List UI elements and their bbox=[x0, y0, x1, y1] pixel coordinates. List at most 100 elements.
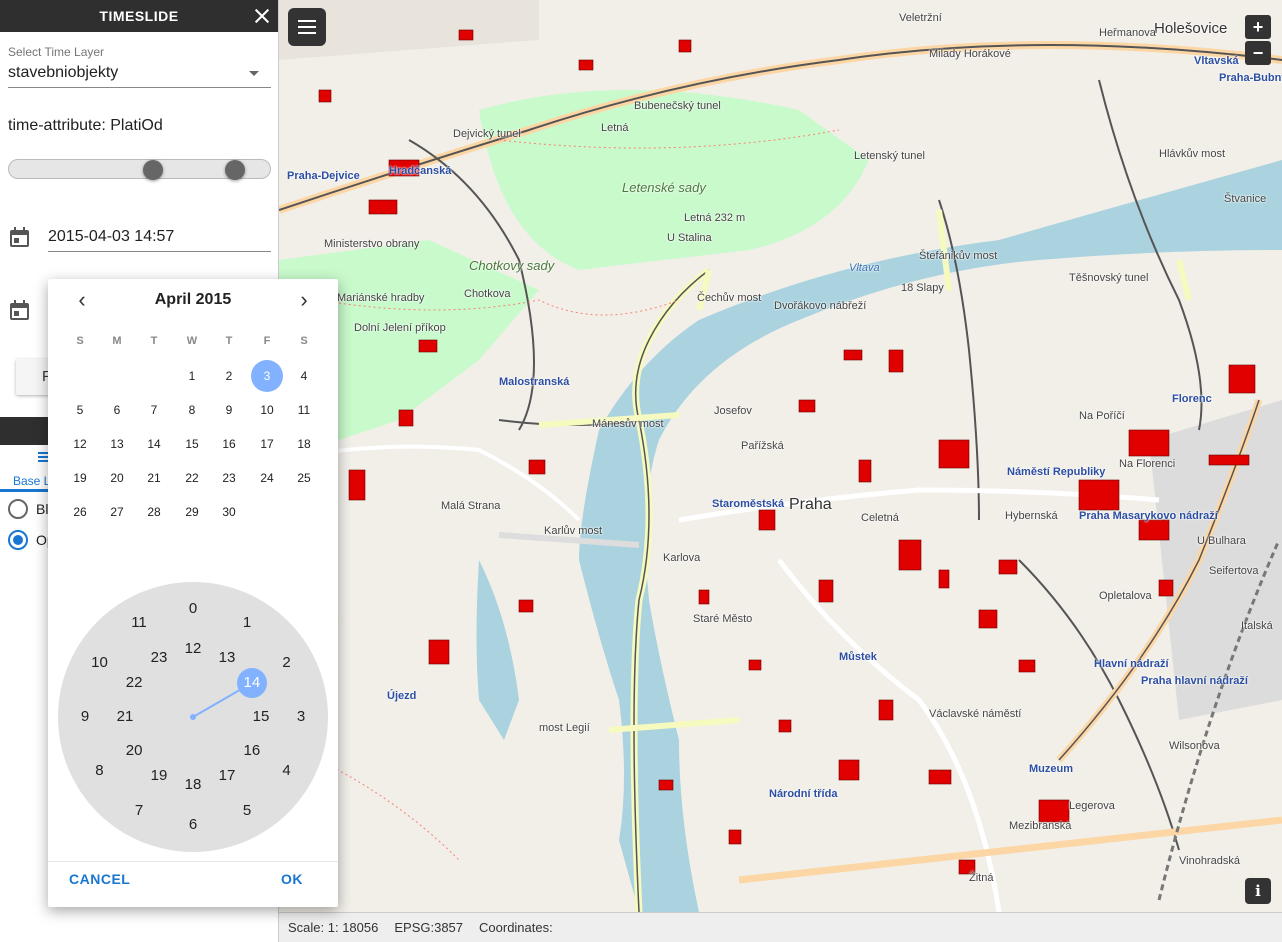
map-view[interactable]: Holešovice Veletržní Heřmanova Milady Ho… bbox=[279, 0, 1282, 912]
calendar-day[interactable]: 27 bbox=[101, 496, 133, 528]
calendar-day[interactable]: 1 bbox=[176, 360, 208, 392]
clock-hour[interactable]: 0 bbox=[178, 594, 208, 624]
calendar-day[interactable]: 11 bbox=[288, 394, 320, 426]
zoom-in-button[interactable]: + bbox=[1245, 15, 1271, 39]
start-date-field[interactable]: 2015-04-03 14:57 bbox=[48, 228, 271, 252]
clock-hour[interactable]: 13 bbox=[212, 643, 242, 673]
calendar-day[interactable]: 9 bbox=[213, 394, 245, 426]
map-label: Celetná bbox=[861, 512, 899, 524]
clock-hour[interactable]: 19 bbox=[144, 761, 174, 791]
map-label: Chotkovy sady bbox=[469, 258, 555, 273]
calendar-day[interactable]: 25 bbox=[288, 462, 320, 494]
map-canvas[interactable] bbox=[279, 0, 1282, 912]
clock-hour[interactable]: 3 bbox=[286, 702, 316, 732]
clock-hour[interactable]: 20 bbox=[119, 736, 149, 766]
clock-hour[interactable]: 2 bbox=[272, 648, 302, 678]
calendar-day-selected[interactable]: 3 bbox=[251, 360, 283, 392]
weekday-header: F bbox=[263, 335, 271, 347]
slider-min-handle[interactable] bbox=[142, 160, 163, 180]
map-label: Praha-Dejvice bbox=[287, 170, 360, 182]
calendar-day[interactable]: 8 bbox=[176, 394, 208, 426]
map-label: Malostranská bbox=[499, 376, 570, 388]
clock-face[interactable]: 0 1 2 3 4 5 6 7 8 9 10 11 12 13 14 15 16 17 18 19 20 21 22 23 bbox=[58, 582, 328, 852]
zoom-out-button[interactable]: − bbox=[1245, 41, 1271, 65]
calendar-day[interactable]: 17 bbox=[251, 428, 283, 460]
calendar-day[interactable]: 24 bbox=[251, 462, 283, 494]
calendar-day[interactable]: 18 bbox=[288, 428, 320, 460]
map-label: Dejvický tunel bbox=[453, 128, 521, 140]
tab-base-layers[interactable]: Base L bbox=[13, 474, 50, 488]
map-label: Náměstí Republiky bbox=[1007, 466, 1106, 478]
calendar-day[interactable]: 26 bbox=[64, 496, 96, 528]
map-label: Letná 232 m bbox=[684, 212, 746, 224]
calendar-day[interactable]: 13 bbox=[101, 428, 133, 460]
map-label: Národní třída bbox=[769, 788, 838, 800]
time-range-slider[interactable] bbox=[8, 159, 271, 180]
calendar-day[interactable]: 23 bbox=[213, 462, 245, 494]
clock-hour[interactable]: 9 bbox=[70, 702, 100, 732]
calendar-day[interactable]: 19 bbox=[64, 462, 96, 494]
clock-hour[interactable]: 5 bbox=[232, 796, 262, 826]
calendar-icon[interactable] bbox=[10, 227, 30, 247]
clock-hour[interactable]: 16 bbox=[237, 736, 267, 766]
clock-hour[interactable]: 6 bbox=[178, 810, 208, 840]
map-label: Wilsonova bbox=[1169, 740, 1220, 752]
calendar-icon[interactable] bbox=[10, 300, 30, 320]
calendar-day[interactable]: 30 bbox=[213, 496, 245, 528]
map-label: Čechův most bbox=[697, 292, 762, 304]
map-label: Bubenečský tunel bbox=[634, 100, 721, 112]
cancel-button[interactable]: CANCEL bbox=[69, 871, 130, 887]
scale-readout: Scale: 1: 18056 bbox=[288, 920, 379, 935]
map-label: Milady Horákové bbox=[929, 48, 1011, 60]
clock-hour[interactable]: 22 bbox=[119, 668, 149, 698]
map-label: Karlova bbox=[663, 552, 701, 564]
calendar-day[interactable]: 4 bbox=[288, 360, 320, 392]
map-label: Hybernská bbox=[1005, 510, 1058, 522]
calendar-day[interactable]: 15 bbox=[176, 428, 208, 460]
clock-hour[interactable]: 21 bbox=[110, 702, 140, 732]
clock-hour[interactable]: 17 bbox=[212, 761, 242, 791]
map-label: Letenský tunel bbox=[854, 150, 925, 162]
clock-hour[interactable]: 23 bbox=[144, 643, 174, 673]
calendar-day[interactable]: 12 bbox=[64, 428, 96, 460]
calendar-day[interactable]: 22 bbox=[176, 462, 208, 494]
clock-hour[interactable]: 7 bbox=[124, 796, 154, 826]
calendar-day[interactable]: 28 bbox=[138, 496, 170, 528]
base-layer-radio[interactable] bbox=[8, 530, 28, 550]
calendar-day[interactable]: 6 bbox=[101, 394, 133, 426]
map-label: Těšnovský tunel bbox=[1069, 272, 1149, 284]
hamburger-menu-icon[interactable] bbox=[288, 8, 326, 46]
dropdown-arrow-icon bbox=[249, 71, 259, 76]
clock-hour[interactable]: 12 bbox=[178, 634, 208, 664]
calendar-day[interactable]: 10 bbox=[251, 394, 283, 426]
calendar-day[interactable]: 5 bbox=[64, 394, 96, 426]
projection-readout: EPSG:3857 bbox=[394, 920, 464, 935]
calendar-day[interactable]: 16 bbox=[213, 428, 245, 460]
map-label: Můstek bbox=[839, 651, 877, 663]
clock-hour[interactable]: 18 bbox=[178, 770, 208, 800]
ok-button[interactable]: OK bbox=[281, 871, 303, 887]
map-label: Malá Strana bbox=[441, 500, 501, 512]
calendar-day[interactable]: 20 bbox=[101, 462, 133, 494]
slider-max-handle[interactable] bbox=[225, 160, 246, 180]
chevron-right-icon[interactable]: › bbox=[289, 287, 319, 312]
calendar-day[interactable]: 29 bbox=[176, 496, 208, 528]
map-label: Hlávkův most bbox=[1159, 148, 1226, 160]
calendar-day[interactable]: 21 bbox=[138, 462, 170, 494]
time-layer-select[interactable]: stavebniobjekty bbox=[8, 64, 271, 88]
map-label: Karlův most bbox=[544, 525, 603, 537]
calendar-day[interactable]: 2 bbox=[213, 360, 245, 392]
weekday-header: W bbox=[186, 335, 198, 347]
calendar-day[interactable]: 14 bbox=[138, 428, 170, 460]
map-label: Mezibranská bbox=[1009, 820, 1072, 832]
clock-hour-selected[interactable]: 14 bbox=[236, 668, 267, 698]
clock-hour[interactable]: 15 bbox=[246, 702, 276, 732]
weekday-header: S bbox=[76, 335, 84, 347]
calendar-day[interactable]: 7 bbox=[138, 394, 170, 426]
close-icon[interactable] bbox=[252, 6, 272, 26]
base-layer-radio[interactable] bbox=[8, 499, 28, 519]
map-label: Praha Masarykovo nádraží bbox=[1079, 510, 1218, 522]
clock-hour[interactable]: 4 bbox=[272, 756, 302, 786]
info-icon[interactable]: i bbox=[1245, 878, 1271, 904]
zoom-control: + − bbox=[1245, 15, 1271, 67]
